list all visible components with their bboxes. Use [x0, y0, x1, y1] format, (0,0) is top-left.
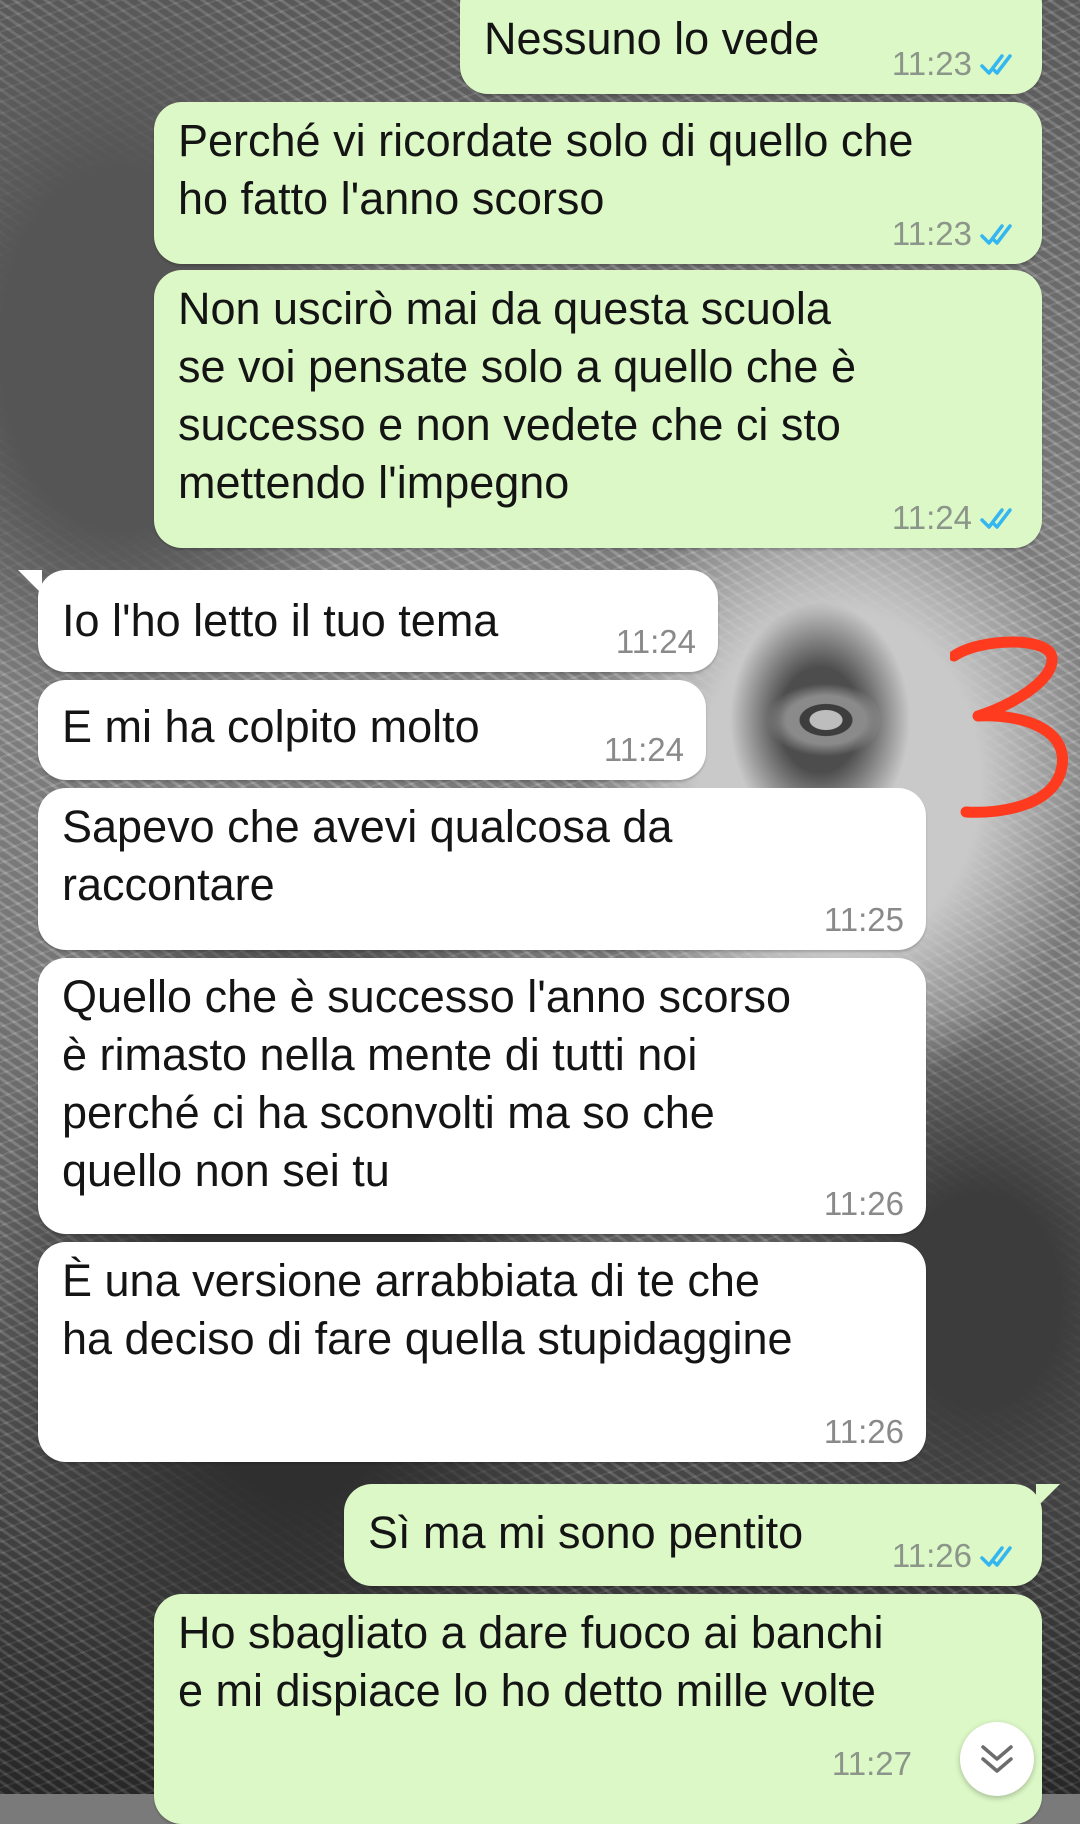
- message-time: 11:24: [603, 731, 684, 768]
- message-time: 11:23: [891, 215, 972, 252]
- double-check-icon: [980, 508, 1012, 529]
- message-meta: 11:25: [824, 902, 904, 938]
- message-text: E mi ha colpito molto: [62, 701, 480, 752]
- double-check-icon: [980, 224, 1012, 245]
- message-time: 11:24: [891, 499, 972, 536]
- message-text: Perché vi ricordate solo di quello che h…: [178, 115, 914, 224]
- message-incoming[interactable]: Io l'ho letto il tuo tema 11:24: [38, 570, 718, 672]
- message-text: Ho sbagliato a dare fuoco ai banchi e mi…: [178, 1607, 884, 1716]
- message-text: Non uscirò mai da questa scuola se voi p…: [178, 283, 856, 508]
- message-time: 11:26: [823, 1413, 904, 1450]
- message-text: Quello che è successo l'anno scorso è ri…: [62, 971, 791, 1196]
- message-meta: 11:24: [616, 624, 696, 660]
- message-outgoing[interactable]: Perché vi ricordate solo di quello che h…: [154, 102, 1042, 264]
- message-incoming[interactable]: È una versione arrabbiata di te che ha d…: [38, 1242, 926, 1462]
- chevron-double-down-icon: [981, 1745, 1013, 1773]
- wallpaper-lion-eye: [760, 680, 880, 760]
- message-incoming[interactable]: Quello che è successo l'anno scorso è ri…: [38, 958, 926, 1234]
- message-time: 11:26: [891, 1537, 972, 1574]
- message-incoming[interactable]: Sapevo che avevi qualcosa da raccontare …: [38, 788, 926, 950]
- message-outgoing[interactable]: Nessuno lo vede 11:23: [460, 0, 1042, 94]
- double-check-icon: [980, 1546, 1012, 1567]
- message-outgoing[interactable]: Sì ma mi sono pentito 11:26: [344, 1484, 1042, 1586]
- message-time: 11:27: [831, 1745, 912, 1782]
- message-meta: 11:27: [832, 1746, 912, 1782]
- message-time: 11:24: [615, 623, 696, 660]
- message-meta: 11:23: [892, 216, 1020, 252]
- message-time: 11:25: [823, 901, 904, 938]
- handwritten-annotation-three: [950, 636, 1068, 818]
- double-check-icon: [980, 54, 1012, 75]
- message-meta: 11:26: [892, 1538, 1020, 1574]
- message-text: Io l'ho letto il tuo tema: [62, 595, 499, 646]
- message-meta: 11:26: [824, 1414, 904, 1450]
- message-text: È una versione arrabbiata di te che ha d…: [62, 1255, 793, 1364]
- message-meta: 11:26: [824, 1186, 904, 1222]
- message-text: Sapevo che avevi qualcosa da raccontare: [62, 801, 673, 910]
- message-meta: 11:23: [892, 46, 1020, 82]
- message-outgoing[interactable]: Non uscirò mai da questa scuola se voi p…: [154, 270, 1042, 548]
- message-time: 11:26: [823, 1185, 904, 1222]
- scroll-to-bottom-button[interactable]: [960, 1722, 1034, 1796]
- message-incoming[interactable]: E mi ha colpito molto 11:24: [38, 680, 706, 780]
- message-time: 11:23: [891, 45, 972, 82]
- message-outgoing[interactable]: Ho sbagliato a dare fuoco ai banchi e mi…: [154, 1594, 1042, 1824]
- message-meta: 11:24: [604, 732, 684, 768]
- message-meta: 11:24: [892, 500, 1020, 536]
